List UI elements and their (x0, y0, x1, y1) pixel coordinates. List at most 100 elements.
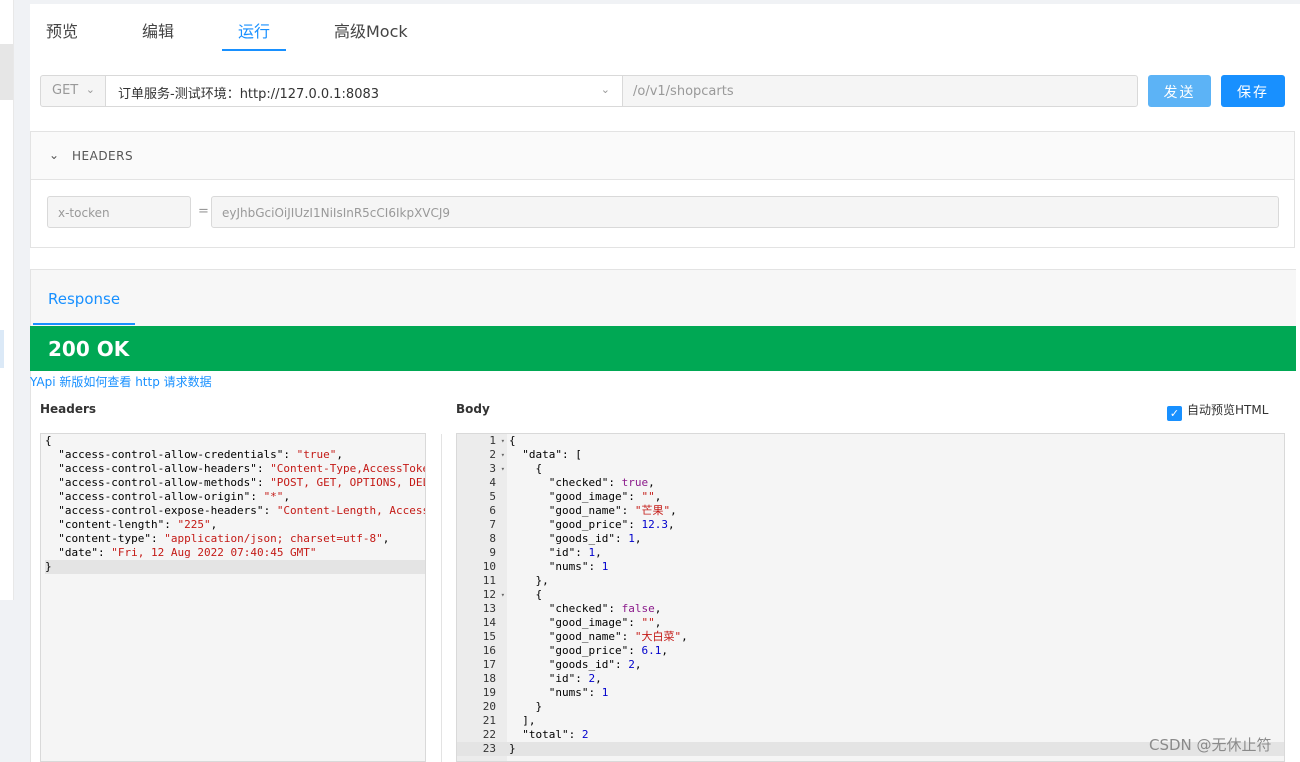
left-gutter (14, 0, 30, 762)
line-number: 15 (482, 630, 496, 643)
code-token: "POST, GET, OPTIONS, DEL (270, 476, 426, 489)
code-token: : (621, 630, 635, 643)
code-token: "goods_id" (548, 658, 615, 671)
code-token: : (568, 728, 582, 741)
code-token: "good_image" (548, 616, 629, 629)
fold-arrow-icon[interactable]: ▾ (501, 434, 505, 448)
code-token: } (45, 560, 52, 573)
code-token: "goods_id" (548, 532, 615, 545)
code-token: ], (509, 714, 536, 727)
code-line: } (45, 560, 425, 574)
code-token: , (595, 546, 602, 559)
code-token: 1 (601, 686, 609, 699)
fold-arrow-icon[interactable]: ▾ (501, 462, 505, 476)
code-token: "access-control-allow-headers" (58, 462, 257, 475)
code-line: 14 "good_image": "", (457, 616, 1284, 630)
send-button[interactable]: 发送 (1148, 75, 1211, 107)
header-key-field[interactable]: x-tocken (47, 196, 191, 228)
code-text: "id": 2, (507, 672, 602, 686)
sidebar-selected-item[interactable] (0, 44, 13, 100)
line-number: 16 (482, 644, 496, 657)
request-path-field[interactable]: /o/v1/shopcarts (622, 75, 1138, 107)
method-select[interactable]: GET ⌄ (40, 75, 106, 107)
code-token: { (509, 462, 543, 475)
environment-select[interactable]: 订单服务-测试环境：http://127.0.0.1:8083 ⌄ (105, 75, 623, 107)
save-button[interactable]: 保存 (1221, 75, 1285, 107)
line-number: 7 (489, 518, 496, 531)
code-token: : (98, 546, 112, 559)
code-token: "date" (58, 546, 98, 559)
line-number: 11 (482, 574, 496, 587)
checkbox-checked-icon[interactable]: ✓ (1167, 406, 1182, 421)
code-token: 1 (601, 560, 609, 573)
line-number: 12 ▾ (482, 588, 505, 602)
code-line: 6 "good_name": "芒果", (457, 504, 1284, 518)
code-token: "Content-Type,AccessToke (270, 462, 426, 475)
code-token: , (681, 630, 688, 643)
code-token: "good_price" (548, 644, 629, 657)
code-token: "content-type" (58, 532, 151, 545)
code-text: "nums": 1 (507, 686, 609, 700)
tab-response[interactable]: Response (48, 290, 120, 308)
header-value-field[interactable]: eyJhbGciOiJIUzI1NiIsInR5cCI6IkpXVCJ9 (211, 196, 1279, 228)
code-token: "id" (548, 672, 576, 685)
code-token: : [ (562, 448, 582, 461)
tab-edit[interactable]: 编辑 (142, 18, 174, 42)
tab-run[interactable]: 运行 (238, 18, 270, 42)
response-body-editor[interactable]: 1 ▾{2 ▾ "data": [3 ▾ {4 "checked": true, 5 "… (456, 433, 1285, 762)
code-text: "goods_id": 2, (507, 658, 642, 672)
sidebar-active-marker[interactable] (0, 330, 4, 368)
code-line: { (45, 434, 425, 448)
fold-arrow-icon[interactable]: ▾ (501, 448, 505, 462)
code-line: 13 "checked": false, (457, 602, 1284, 616)
code-token: "content-length" (58, 518, 165, 531)
yapi-help-link[interactable]: YApi 新版如何查看 http 请求数据 (30, 373, 212, 390)
code-token: "checked" (548, 602, 609, 615)
code-token: , (595, 672, 602, 685)
code-text: }, (507, 574, 549, 588)
tab-advanced-mock[interactable]: 高级Mock (334, 18, 408, 42)
code-token: : (575, 672, 589, 685)
code-token: "" (641, 616, 655, 629)
response-headers-editor[interactable]: { "access-control-allow-credentials": "t… (40, 433, 426, 762)
left-background (0, 600, 14, 762)
headers-collapse-header[interactable]: ⌄ HEADERS (31, 132, 1294, 180)
fold-arrow-icon[interactable]: ▾ (501, 588, 505, 602)
code-token: "access-control-expose-headers" (58, 504, 264, 517)
auto-preview-html-toggle[interactable]: ✓ 自动预览HTML (1167, 401, 1268, 421)
tab-preview[interactable]: 预览 (46, 18, 78, 42)
code-line: 17 "goods_id": 2, (457, 658, 1284, 672)
code-token: } (509, 742, 516, 755)
code-line: 2 ▾ "data": [ (457, 448, 1284, 462)
code-token: "good_price" (548, 518, 629, 531)
response-status-bar: 200 OK (30, 326, 1296, 371)
code-text: { (507, 462, 542, 476)
pane-divider[interactable] (441, 434, 442, 762)
code-line: "content-length": "225", (45, 518, 425, 532)
code-text: "good_image": "", (507, 616, 662, 630)
code-line: "access-control-allow-origin": "*", (45, 490, 425, 504)
code-text: } (507, 700, 542, 714)
code-token: : (256, 476, 271, 489)
code-line: "date": "Fri, 12 Aug 2022 07:40:45 GMT" (45, 546, 425, 560)
code-text: { (507, 434, 516, 448)
code-line: "access-control-allow-methods": "POST, G… (45, 476, 425, 490)
line-number: 22 (482, 728, 496, 741)
code-token: , (634, 532, 642, 545)
code-token: "access-control-allow-credentials" (58, 448, 284, 461)
method-value: GET (52, 83, 79, 98)
code-token: , (648, 476, 655, 489)
code-token: : (628, 616, 642, 629)
code-token: , (336, 448, 344, 461)
code-token: : (608, 602, 622, 615)
code-token: }, (509, 574, 549, 587)
